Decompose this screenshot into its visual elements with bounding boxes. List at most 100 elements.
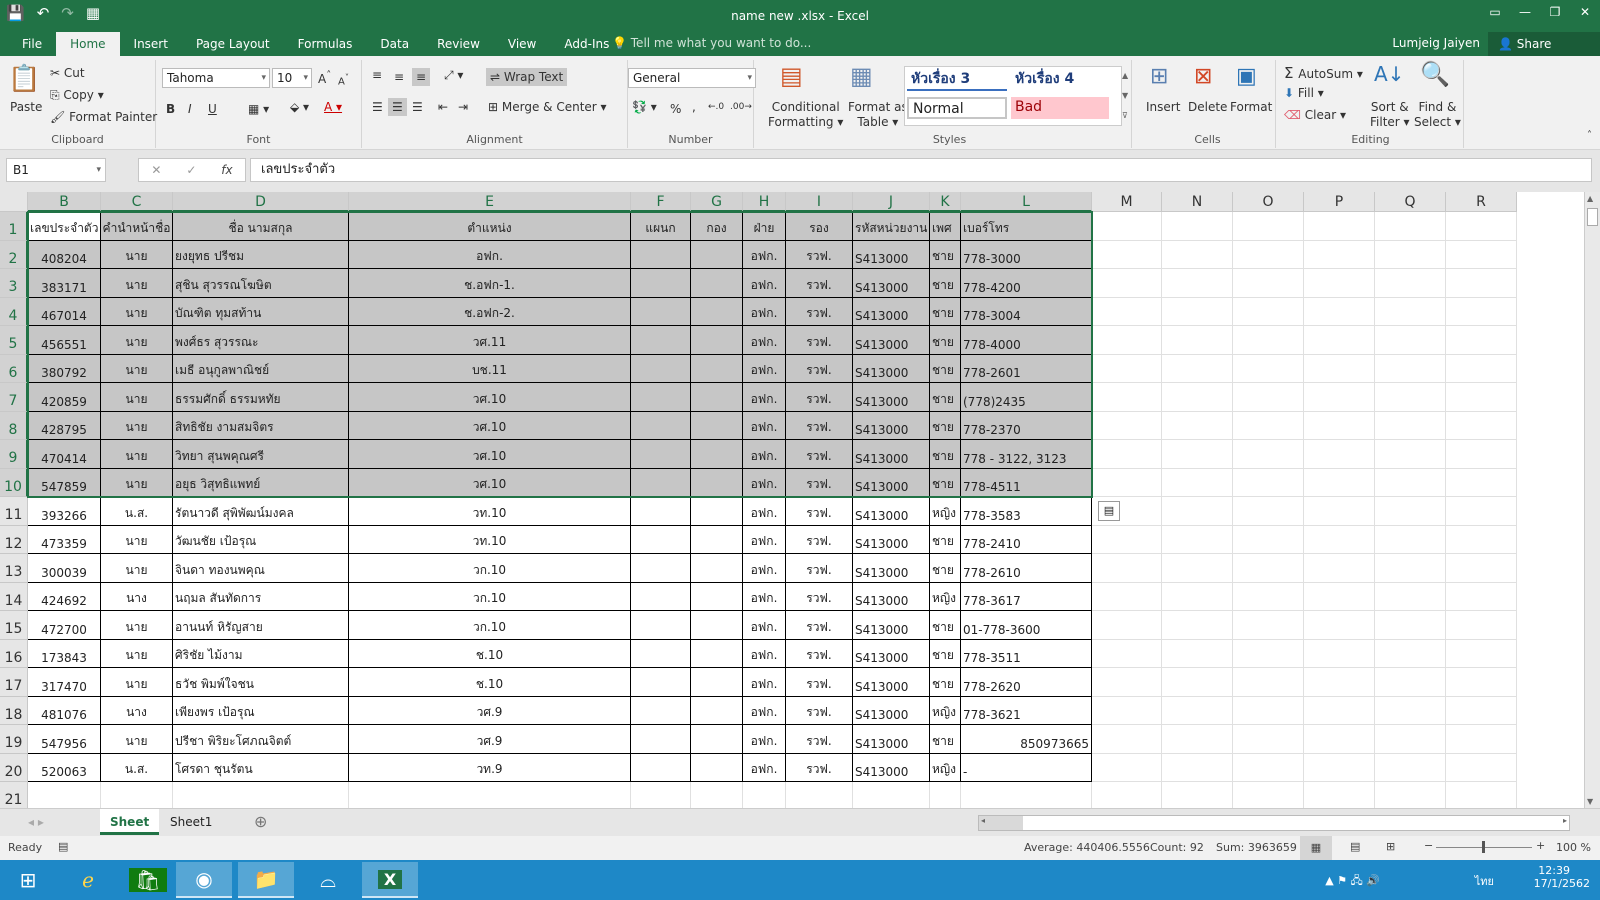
number-format-select[interactable]: General	[628, 68, 756, 88]
table-cell[interactable]: นาย	[101, 269, 173, 298]
borders-icon[interactable]: ▦ ▾	[248, 102, 269, 116]
empty-cell[interactable]	[786, 782, 853, 808]
table-cell[interactable]	[691, 696, 743, 725]
add-sheet-icon[interactable]: ⊕	[244, 809, 277, 835]
empty-cell[interactable]	[1162, 326, 1233, 355]
table-cell[interactable]: รัตนาวดี สุพิพัฒน์มงคล	[173, 497, 349, 526]
table-cell[interactable]: นาย	[101, 297, 173, 326]
table-cell[interactable]: อฟก.	[349, 240, 631, 269]
table-cell[interactable]: 778-3004	[961, 297, 1092, 326]
empty-cell[interactable]	[1446, 782, 1517, 808]
quick-analysis-icon[interactable]: ▤	[1098, 501, 1120, 521]
table-cell[interactable]: นฤมล สันทัดการ	[173, 582, 349, 611]
table-cell[interactable]: นาย	[101, 668, 173, 697]
empty-cell[interactable]	[1304, 383, 1375, 412]
empty-cell[interactable]	[1233, 383, 1304, 412]
table-cell[interactable]: รวฟ.	[786, 497, 853, 526]
header-cell[interactable]: เบอร์โทร	[961, 212, 1092, 241]
table-cell[interactable]: 380792	[28, 354, 101, 383]
table-cell[interactable]: บช.11	[349, 354, 631, 383]
table-cell[interactable]: 778-3511	[961, 639, 1092, 668]
table-cell[interactable]: นาย	[101, 525, 173, 554]
table-cell[interactable]	[691, 753, 743, 782]
tab-file[interactable]: File	[8, 32, 56, 56]
normal-style[interactable]: Normal	[907, 97, 1007, 119]
table-cell[interactable]: S413000	[853, 468, 930, 497]
table-cell[interactable]: รวฟ.	[786, 440, 853, 469]
zoom-slider-thumb[interactable]	[1482, 841, 1485, 853]
table-cell[interactable]: S413000	[853, 326, 930, 355]
table-cell[interactable]: รวฟ.	[786, 240, 853, 269]
empty-cell[interactable]	[1233, 725, 1304, 754]
table-cell[interactable]: 456551	[28, 326, 101, 355]
empty-cell[interactable]	[1304, 212, 1375, 241]
table-cell[interactable]	[691, 411, 743, 440]
empty-cell[interactable]	[1375, 639, 1446, 668]
table-cell[interactable]: บัณฑิต ทุมสท้าน	[173, 297, 349, 326]
fill-button[interactable]: ⬇ Fill ▾	[1284, 86, 1324, 100]
empty-cell[interactable]	[1092, 696, 1162, 725]
tab-insert[interactable]: Insert	[120, 32, 182, 56]
table-cell[interactable]: รวฟ.	[786, 668, 853, 697]
clock-time[interactable]: 12:39	[1534, 864, 1590, 877]
empty-cell[interactable]	[1162, 468, 1233, 497]
empty-cell[interactable]	[1092, 240, 1162, 269]
empty-cell[interactable]	[1162, 411, 1233, 440]
table-cell[interactable]: วศ.9	[349, 696, 631, 725]
table-cell[interactable]: วก.10	[349, 554, 631, 583]
table-cell[interactable]: หญิง	[930, 753, 961, 782]
shrink-font-icon[interactable]: A˅	[338, 72, 349, 87]
empty-cell[interactable]	[1446, 411, 1517, 440]
empty-cell[interactable]	[1162, 269, 1233, 298]
prev-sheet-icon[interactable]: ◂ ▸	[18, 809, 54, 835]
table-cell[interactable]: S413000	[853, 554, 930, 583]
empty-cell[interactable]	[1446, 354, 1517, 383]
row-header-17[interactable]: 17	[0, 668, 28, 697]
table-cell[interactable]	[631, 696, 691, 725]
table-cell[interactable]: นาย	[101, 639, 173, 668]
empty-cell[interactable]	[1304, 269, 1375, 298]
table-cell[interactable]: ศิริชัย ไม้งาม	[173, 639, 349, 668]
table-cell[interactable]: 778-3000	[961, 240, 1092, 269]
empty-cell[interactable]	[1162, 782, 1233, 808]
empty-cell[interactable]	[1233, 639, 1304, 668]
header-cell[interactable]: ชื่อ นามสกุล	[173, 212, 349, 241]
table-cell[interactable]: S413000	[853, 639, 930, 668]
empty-cell[interactable]	[1162, 639, 1233, 668]
header-cell[interactable]: รอง	[786, 212, 853, 241]
empty-cell[interactable]	[1162, 440, 1233, 469]
store-icon[interactable]: 🛍	[120, 862, 176, 898]
align-right-icon[interactable]: ☰	[412, 100, 423, 114]
empty-cell[interactable]	[1375, 212, 1446, 241]
empty-cell[interactable]	[101, 782, 173, 808]
column-header-o[interactable]: O	[1233, 192, 1304, 212]
chrome-icon[interactable]: ◉	[176, 862, 232, 898]
align-center-icon[interactable]: ☰	[388, 98, 407, 116]
empty-cell[interactable]	[1233, 782, 1304, 808]
empty-cell[interactable]	[1092, 326, 1162, 355]
table-cell[interactable]: รวฟ.	[786, 525, 853, 554]
header-cell[interactable]: ฝ่าย	[743, 212, 786, 241]
format-button[interactable]: Format	[1230, 100, 1272, 114]
table-cell[interactable]: อานนท์ หิรัญสาย	[173, 611, 349, 640]
table-cell[interactable]	[691, 554, 743, 583]
table-cell[interactable]: 424692	[28, 582, 101, 611]
empty-cell[interactable]	[1375, 468, 1446, 497]
header-cell[interactable]: กอง	[691, 212, 743, 241]
bottom-align-icon[interactable]: ≡	[412, 68, 431, 86]
table-cell[interactable]: S413000	[853, 696, 930, 725]
table-cell[interactable]: อฟก.	[743, 696, 786, 725]
empty-cell[interactable]	[1446, 497, 1517, 526]
empty-cell[interactable]	[1233, 696, 1304, 725]
table-cell[interactable]: เพียงพร เป้อรุณ	[173, 696, 349, 725]
search-icon[interactable]: 🔍	[1420, 60, 1450, 88]
row-header-4[interactable]: 4	[0, 297, 28, 326]
table-cell[interactable]: รวฟ.	[786, 554, 853, 583]
empty-cell[interactable]	[1233, 525, 1304, 554]
empty-cell[interactable]	[1092, 725, 1162, 754]
table-cell[interactable]: 467014	[28, 297, 101, 326]
empty-cell[interactable]	[1304, 582, 1375, 611]
empty-cell[interactable]	[1092, 468, 1162, 497]
table-cell[interactable]	[691, 725, 743, 754]
table-cell[interactable]: อฟก.	[743, 383, 786, 412]
